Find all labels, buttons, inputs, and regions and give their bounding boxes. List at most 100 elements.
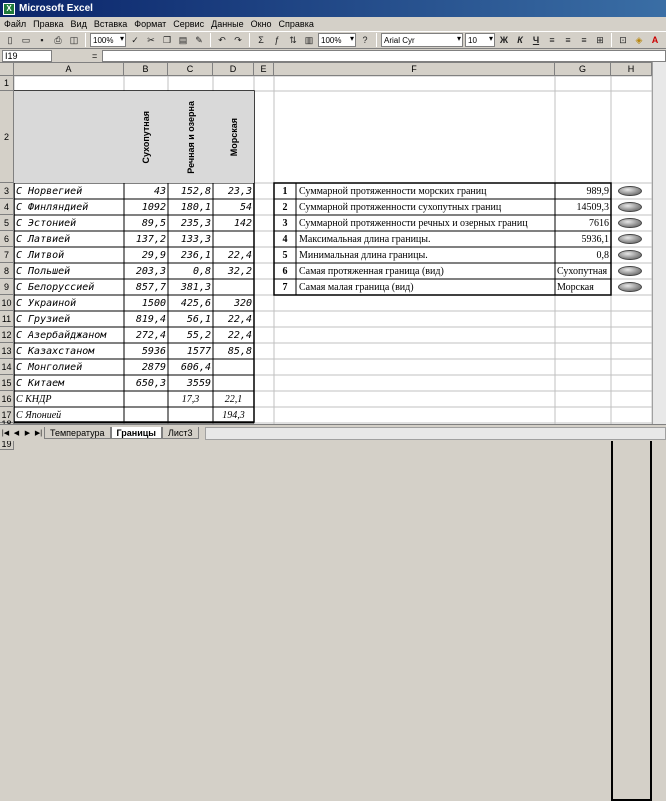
italic-button[interactable]: К xyxy=(513,33,527,47)
border-country-cell[interactable]: С Финляндией xyxy=(16,200,122,215)
border-value-cell[interactable]: 180,1 xyxy=(170,200,211,215)
border-country-cell[interactable]: С Белоруссией xyxy=(16,280,122,295)
border-country-cell[interactable]: С Эстонией xyxy=(16,216,122,231)
column-header[interactable]: C xyxy=(168,63,213,76)
border-value-cell[interactable]: 3559 xyxy=(170,376,211,391)
menu-item[interactable]: Справка xyxy=(279,19,314,29)
zoom-combo[interactable]: 100% xyxy=(90,33,126,47)
border-value-cell[interactable] xyxy=(126,392,166,407)
border-country-cell[interactable]: С Литвой xyxy=(16,248,122,263)
answer-cell[interactable]: 989,9 xyxy=(557,184,610,199)
border-country-cell[interactable]: С Польшей xyxy=(16,264,122,279)
border-value-cell[interactable]: 23,3 xyxy=(215,184,252,199)
border-value-cell[interactable]: 235,3 xyxy=(170,216,211,231)
border-value-cell[interactable]: 22,1 xyxy=(215,392,252,407)
menu-item[interactable]: Данные xyxy=(211,19,244,29)
border-value-cell[interactable]: 5936 xyxy=(126,344,166,359)
answer-cell[interactable]: 0,8 xyxy=(557,248,610,263)
row-header[interactable]: 11 xyxy=(0,311,14,327)
font-size-combo[interactable]: 10 xyxy=(465,33,495,47)
save-icon[interactable]: ▪ xyxy=(35,33,49,47)
row-header[interactable]: 4 xyxy=(0,199,14,215)
border-value-cell[interactable]: 22,4 xyxy=(215,248,252,263)
preview-icon[interactable]: ◫ xyxy=(67,33,81,47)
align-center-icon[interactable]: ≡ xyxy=(561,33,575,47)
zoom-combo-2[interactable]: 100% xyxy=(318,33,356,47)
column-header[interactable]: A xyxy=(14,63,124,76)
row-header[interactable]: 12 xyxy=(0,327,14,343)
border-value-cell[interactable] xyxy=(215,280,252,295)
border-country-cell[interactable]: С Китаем xyxy=(16,376,122,391)
row-header[interactable]: 14 xyxy=(0,359,14,375)
new-icon[interactable]: ▯ xyxy=(3,33,17,47)
border-country-cell[interactable]: С КНДР xyxy=(16,392,122,407)
check-answer-button[interactable] xyxy=(618,250,642,260)
sheet-tab[interactable]: Границы xyxy=(110,427,162,439)
border-value-cell[interactable]: 142 xyxy=(215,216,252,231)
sheet-tab[interactable]: Лист3 xyxy=(161,427,199,439)
border-value-cell[interactable]: 54 xyxy=(215,200,252,215)
row-header[interactable]: 15 xyxy=(0,375,14,391)
border-value-cell[interactable] xyxy=(215,360,252,375)
row-header[interactable]: 5 xyxy=(0,215,14,231)
last-sheet-icon[interactable]: ▶| xyxy=(33,428,44,439)
fill-color-icon[interactable]: ◈ xyxy=(632,33,646,47)
check-answer-button[interactable] xyxy=(618,186,642,196)
column-header[interactable]: E xyxy=(254,63,274,76)
border-value-cell[interactable]: 425,6 xyxy=(170,296,211,311)
paste-icon[interactable]: ▤ xyxy=(176,33,190,47)
format-painter-icon[interactable]: ✎ xyxy=(192,33,206,47)
row-header[interactable]: 3 xyxy=(0,183,14,199)
border-country-cell[interactable]: С Украиной xyxy=(16,296,122,311)
undo-icon[interactable]: ↶ xyxy=(215,33,229,47)
bold-button[interactable]: Ж xyxy=(497,33,511,47)
menu-item[interactable]: Вид xyxy=(71,19,87,29)
border-value-cell[interactable] xyxy=(126,408,166,423)
border-country-cell[interactable]: С Норвегией xyxy=(16,184,122,199)
border-value-cell[interactable]: 0,8 xyxy=(170,264,211,279)
name-box[interactable]: I19 xyxy=(2,49,52,62)
row-header[interactable]: 16 xyxy=(0,391,14,407)
print-icon[interactable]: ⎙ xyxy=(51,33,65,47)
border-country-cell[interactable]: С Азербайджаном xyxy=(16,328,122,343)
sheet-tab[interactable]: Температура xyxy=(44,427,111,439)
border-value-cell[interactable]: 137,2 xyxy=(126,232,166,247)
align-right-icon[interactable]: ≡ xyxy=(577,33,591,47)
answer-cell[interactable]: 14509,3 xyxy=(557,200,610,215)
border-value-cell[interactable]: 1092 xyxy=(126,200,166,215)
border-country-cell[interactable]: С Монголией xyxy=(16,360,122,375)
border-value-cell[interactable]: 17,3 xyxy=(170,392,211,407)
select-all-corner[interactable] xyxy=(0,63,14,76)
menu-item[interactable]: Окно xyxy=(251,19,272,29)
menu-item[interactable]: Формат xyxy=(134,19,166,29)
border-country-cell[interactable]: С Латвией xyxy=(16,232,122,247)
menu-item[interactable]: Сервис xyxy=(173,19,204,29)
menu-item[interactable]: Правка xyxy=(33,19,63,29)
answer-cell[interactable]: 7616 xyxy=(557,216,609,231)
border-value-cell[interactable]: 22,4 xyxy=(215,328,252,343)
border-value-cell[interactable]: 56,1 xyxy=(170,312,211,327)
border-value-cell[interactable] xyxy=(215,232,252,247)
border-value-cell[interactable]: 236,1 xyxy=(170,248,211,263)
border-country-cell[interactable]: С Казахстаном xyxy=(16,344,122,359)
chart-icon[interactable]: ▥ xyxy=(302,33,316,47)
border-value-cell[interactable]: 1500 xyxy=(126,296,166,311)
column-header[interactable]: H xyxy=(611,63,652,76)
menu-item[interactable]: Файл xyxy=(4,19,26,29)
border-value-cell[interactable]: 381,3 xyxy=(170,280,211,295)
answer-cell[interactable]: Морская xyxy=(557,280,609,295)
autosum-icon[interactable]: Σ xyxy=(254,33,268,47)
sort-icon[interactable]: ⇅ xyxy=(286,33,300,47)
menu-item[interactable]: Вставка xyxy=(94,19,127,29)
border-value-cell[interactable]: 203,3 xyxy=(126,264,166,279)
check-answer-button[interactable] xyxy=(618,282,642,292)
border-value-cell[interactable]: 32,2 xyxy=(215,264,252,279)
border-value-cell[interactable]: 29,9 xyxy=(126,248,166,263)
open-icon[interactable]: ▭ xyxy=(19,33,33,47)
border-country-cell[interactable]: С Грузией xyxy=(16,312,122,327)
border-value-cell[interactable]: 819,4 xyxy=(126,312,166,327)
check-answer-button[interactable] xyxy=(618,234,642,244)
border-value-cell[interactable]: 152,8 xyxy=(170,184,211,199)
answer-cell[interactable]: 5936,1 xyxy=(557,232,610,247)
spreadsheet-grid[interactable]: ABCDEFGHI12345678910111213141516171819Су… xyxy=(0,62,666,801)
